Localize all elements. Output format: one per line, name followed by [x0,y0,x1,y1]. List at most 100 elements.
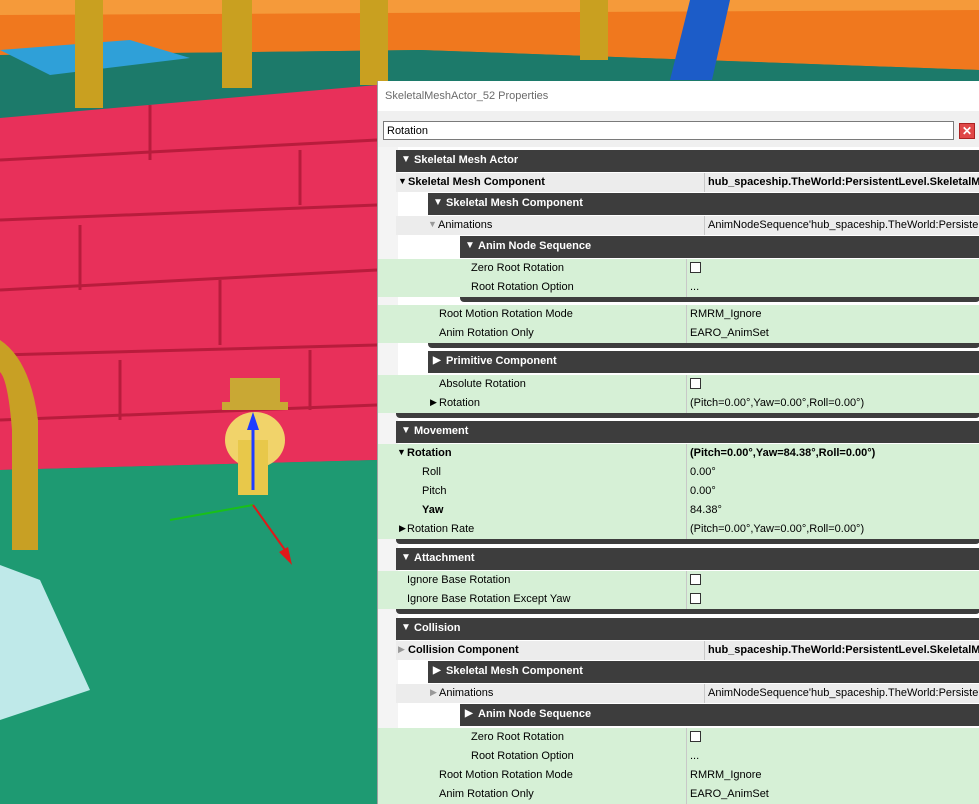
prop-label: Anim Rotation Only [439,327,534,339]
collapse-triangle-icon: ▼ [401,622,411,633]
prop-value: (Pitch=0.00°,Yaw=0.00°,Roll=0.00°) [690,397,865,409]
prop-absolute-rotation[interactable]: Absolute Rotation [378,375,979,394]
column-divider [686,571,687,590]
category-label: Skeletal Mesh Actor [414,154,519,166]
column-divider [686,728,687,747]
prop-value: ... [690,281,700,293]
ignore-base-rotation-checkbox[interactable] [690,574,701,585]
prop-collision-root-rotation-option[interactable]: Root Rotation Option ... [378,747,979,766]
category-end-bar [460,297,979,302]
expand-triangle-icon[interactable]: ▶ [430,397,437,408]
prop-label: Yaw [422,504,444,516]
properties-panel: SkeletalMeshActor_52 Properties ✕ ▼ Skel… [377,81,979,804]
prop-label: Animations [439,687,494,699]
prop-root-motion-rotation-mode[interactable]: Root Motion Rotation Mode RMRM_Ignore [378,305,979,324]
collapse-triangle-icon: ▼ [401,552,411,563]
category-collision-anim-node-sequence[interactable]: ▶ Anim Node Sequence [460,704,979,726]
column-divider [704,173,705,192]
prop-value: 0.00° [690,466,716,478]
prop-value: ... [690,750,700,762]
column-divider [704,641,705,660]
expand-triangle-icon: ▶ [433,355,441,366]
prop-label: Roll [422,466,441,478]
column-divider [686,305,687,324]
column-divider [686,278,687,297]
prop-value: hub_spaceship.TheWorld:PersistentLevel.S… [708,176,979,188]
absolute-rotation-checkbox[interactable] [690,378,701,389]
category-attachment[interactable]: ▼ Attachment [396,548,979,570]
category-label: Attachment [414,552,475,564]
prop-label: Collision Component [408,644,519,656]
category-movement[interactable]: ▼ Movement [396,421,979,443]
column-divider [686,482,687,501]
column-divider [704,216,705,235]
close-icon[interactable]: ✕ [959,123,975,139]
zero-root-rotation-checkbox[interactable] [690,262,701,273]
prop-label: Zero Root Rotation [471,731,564,743]
prop-collision-animations[interactable]: ▶ Animations AnimNodeSequence'hub_spaces… [396,684,979,703]
prop-value: AnimNodeSequence'hub_spaceship.TheWorld:… [708,687,979,699]
category-end-bar [428,343,979,348]
category-label: Skeletal Mesh Component [446,665,583,677]
prop-ignore-base-rotation-except-yaw[interactable]: Ignore Base Rotation Except Yaw [378,590,979,609]
prop-collision-anim-rotation-only[interactable]: Anim Rotation Only EARO_AnimSet [378,785,979,804]
category-label: Movement [414,425,469,437]
collision-zero-root-rotation-checkbox[interactable] [690,731,701,742]
column-divider [704,684,705,703]
category-label: Anim Node Sequence [478,708,592,720]
prop-label: Rotation [439,397,480,409]
category-collision[interactable]: ▼ Collision [396,618,979,640]
category-skeletal-mesh-component[interactable]: ▼ Skeletal Mesh Component [428,193,979,215]
category-primitive-component[interactable]: ▶ Primitive Component [428,351,979,373]
prop-primitive-rotation[interactable]: ▶ Rotation (Pitch=0.00°,Yaw=0.00°,Roll=0… [378,394,979,413]
collapse-triangle-icon: ▼ [465,240,475,251]
category-collision-skeletal-mesh-component[interactable]: ▶ Skeletal Mesh Component [428,661,979,683]
column-divider [686,463,687,482]
prop-rotation-rate[interactable]: ▶ Rotation Rate (Pitch=0.00°,Yaw=0.00°,R… [378,520,979,539]
prop-label: Root Rotation Option [471,281,574,293]
panel-titlebar: SkeletalMeshActor_52 Properties [378,81,979,111]
column-divider [686,501,687,520]
prop-pitch[interactable]: Pitch 0.00° [378,482,979,501]
prop-label: Root Motion Rotation Mode [439,308,573,320]
category-label: Collision [414,622,461,634]
prop-ignore-base-rotation[interactable]: Ignore Base Rotation [378,571,979,590]
category-skeletal-mesh-actor[interactable]: ▼ Skeletal Mesh Actor [396,150,979,172]
collapse-triangle-icon: ▼ [401,154,411,165]
category-anim-node-sequence[interactable]: ▼ Anim Node Sequence [460,236,979,258]
column-divider [686,259,687,278]
prop-value: RMRM_Ignore [690,769,762,781]
prop-collision-component[interactable]: ▶ Collision Component hub_spaceship.TheW… [396,641,979,660]
prop-yaw[interactable]: Yaw 84.38° [378,501,979,520]
prop-anim-rotation-only[interactable]: Anim Rotation Only EARO_AnimSet [378,324,979,343]
prop-zero-root-rotation[interactable]: Zero Root Rotation [378,259,979,278]
prop-value: RMRM_Ignore [690,308,762,320]
column-divider [686,785,687,804]
collapse-triangle-icon: ▼ [398,176,407,186]
column-divider [686,747,687,766]
prop-label: Root Rotation Option [471,750,574,762]
prop-label: Root Motion Rotation Mode [439,769,573,781]
column-divider [686,520,687,539]
prop-rotation[interactable]: ▼ Rotation (Pitch=0.00°,Yaw=84.38°,Roll=… [378,444,979,463]
prop-root-rotation-option[interactable]: Root Rotation Option ... [378,278,979,297]
prop-value: 0.00° [690,485,716,497]
column-divider [686,590,687,609]
category-label: Skeletal Mesh Component [446,197,583,209]
collapse-triangle-icon[interactable]: ▼ [397,447,406,457]
prop-label: Rotation [407,447,452,459]
column-divider [686,324,687,343]
prop-collision-zero-root-rotation[interactable]: Zero Root Rotation [378,728,979,747]
prop-animations[interactable]: ▼ Animations AnimNodeSequence'hub_spaces… [396,216,979,235]
prop-label: Animations [438,219,493,231]
ignore-base-rotation-except-yaw-checkbox[interactable] [690,593,701,604]
search-input[interactable] [383,121,954,140]
expand-triangle-icon[interactable]: ▶ [399,523,406,534]
category-end-bar [396,413,979,418]
prop-label: Absolute Rotation [439,378,526,390]
prop-roll[interactable]: Roll 0.00° [378,463,979,482]
collapse-triangle-icon: ▼ [401,425,411,436]
prop-label: Rotation Rate [407,523,475,535]
prop-skeletal-mesh-component[interactable]: ▼ Skeletal Mesh Component hub_spaceship.… [396,173,979,192]
prop-collision-root-motion-rotation-mode[interactable]: Root Motion Rotation Mode RMRM_Ignore [378,766,979,785]
